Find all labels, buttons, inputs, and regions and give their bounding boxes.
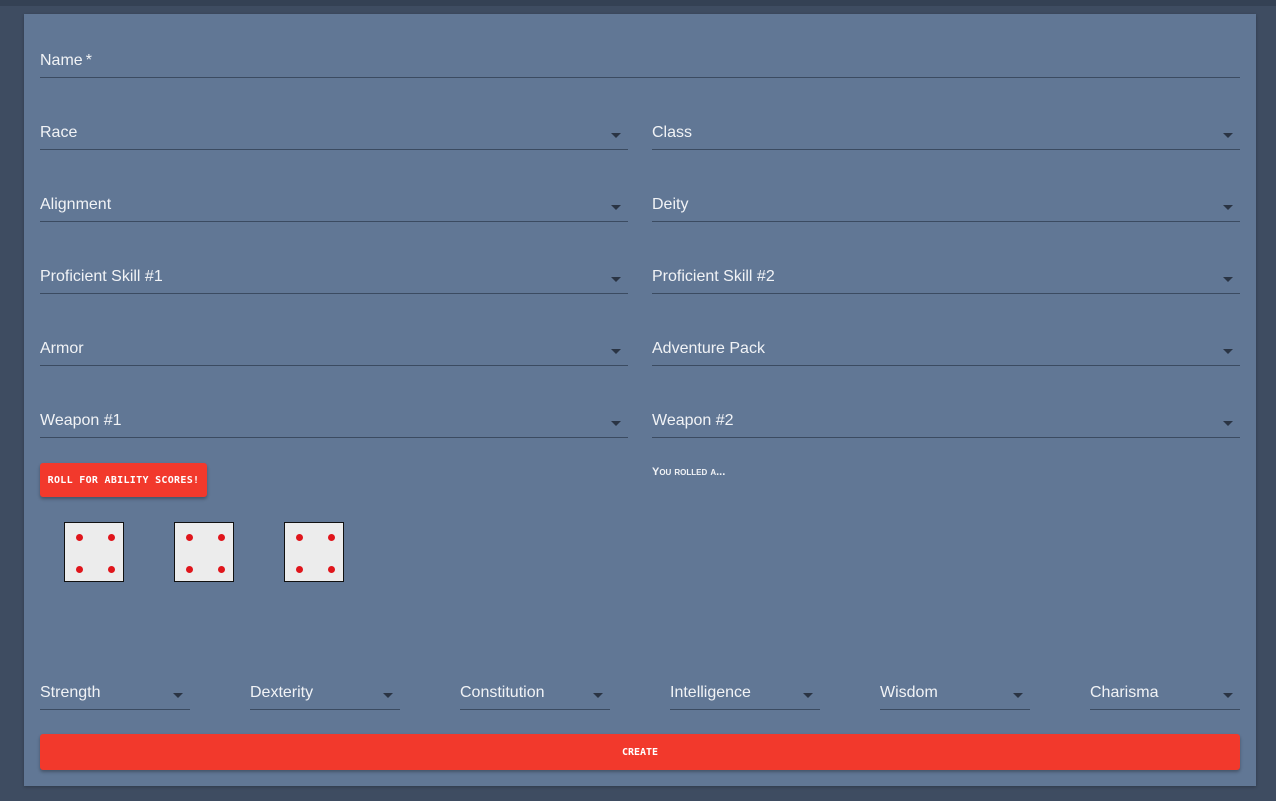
die-pip <box>186 566 193 573</box>
skill-1-label: Proficient Skill #1 <box>40 268 163 285</box>
caret-down-icon <box>611 421 621 426</box>
charisma-label: Charisma <box>1090 684 1159 701</box>
caret-down-icon <box>1013 693 1023 698</box>
die-pip <box>76 566 83 573</box>
caret-down-icon <box>173 693 183 698</box>
adventure-pack-select[interactable]: Adventure Pack <box>652 326 1240 366</box>
required-marker: * <box>85 52 92 69</box>
race-label: Race <box>40 124 78 141</box>
die-pip <box>186 534 193 541</box>
top-bar <box>0 0 1276 6</box>
strength-label: Strength <box>40 684 101 701</box>
caret-down-icon <box>593 693 603 698</box>
wisdom-select[interactable]: Wisdom <box>880 670 1030 710</box>
skill-2-label: Proficient Skill #2 <box>652 268 775 285</box>
class-select[interactable]: Class <box>652 110 1240 150</box>
die-face-icon <box>174 522 234 582</box>
skill-1-select[interactable]: Proficient Skill #1 <box>40 254 628 294</box>
roll-ability-scores-button[interactable]: Roll for ability scores! <box>40 463 207 497</box>
name-label: Name * <box>40 52 92 69</box>
weapon-2-label: Weapon #2 <box>652 412 734 429</box>
weapon-1-select[interactable]: Weapon #1 <box>40 398 628 438</box>
wisdom-label: Wisdom <box>880 684 938 701</box>
caret-down-icon <box>383 693 393 698</box>
roll-result-text: You rolled a... <box>652 466 726 478</box>
die-pip <box>296 534 303 541</box>
die-pip <box>296 566 303 573</box>
die-pip <box>328 534 335 541</box>
constitution-label: Constitution <box>460 684 545 701</box>
caret-down-icon <box>611 277 621 282</box>
caret-down-icon <box>611 349 621 354</box>
die-pip <box>218 534 225 541</box>
create-button[interactable]: Create <box>40 734 1240 770</box>
caret-down-icon <box>611 205 621 210</box>
caret-down-icon <box>803 693 813 698</box>
caret-down-icon <box>1223 421 1233 426</box>
caret-down-icon <box>1223 133 1233 138</box>
die-face-icon <box>284 522 344 582</box>
dexterity-select[interactable]: Dexterity <box>250 670 400 710</box>
die-pip <box>108 566 115 573</box>
deity-label: Deity <box>652 196 689 213</box>
character-form: Name * Race Class Alignment Deity Profici… <box>24 14 1256 786</box>
die-pip <box>76 534 83 541</box>
weapon-2-select[interactable]: Weapon #2 <box>652 398 1240 438</box>
name-field[interactable]: Name * <box>40 38 1240 78</box>
caret-down-icon <box>611 133 621 138</box>
caret-down-icon <box>1223 349 1233 354</box>
caret-down-icon <box>1223 205 1233 210</box>
constitution-select[interactable]: Constitution <box>460 670 610 710</box>
class-label: Class <box>652 124 693 141</box>
armor-select[interactable]: Armor <box>40 326 628 366</box>
die-pip <box>218 566 225 573</box>
adventure-pack-label: Adventure Pack <box>652 340 765 357</box>
charisma-select[interactable]: Charisma <box>1090 670 1240 710</box>
intelligence-select[interactable]: Intelligence <box>670 670 820 710</box>
armor-label: Armor <box>40 340 84 357</box>
caret-down-icon <box>1223 693 1233 698</box>
race-select[interactable]: Race <box>40 110 628 150</box>
strength-select[interactable]: Strength <box>40 670 190 710</box>
die-pip <box>108 534 115 541</box>
weapon-1-label: Weapon #1 <box>40 412 122 429</box>
alignment-select[interactable]: Alignment <box>40 182 628 222</box>
skill-2-select[interactable]: Proficient Skill #2 <box>652 254 1240 294</box>
caret-down-icon <box>1223 277 1233 282</box>
intelligence-label: Intelligence <box>670 684 751 701</box>
dexterity-label: Dexterity <box>250 684 314 701</box>
alignment-label: Alignment <box>40 196 112 213</box>
die-face-icon <box>64 522 124 582</box>
deity-select[interactable]: Deity <box>652 182 1240 222</box>
die-pip <box>328 566 335 573</box>
